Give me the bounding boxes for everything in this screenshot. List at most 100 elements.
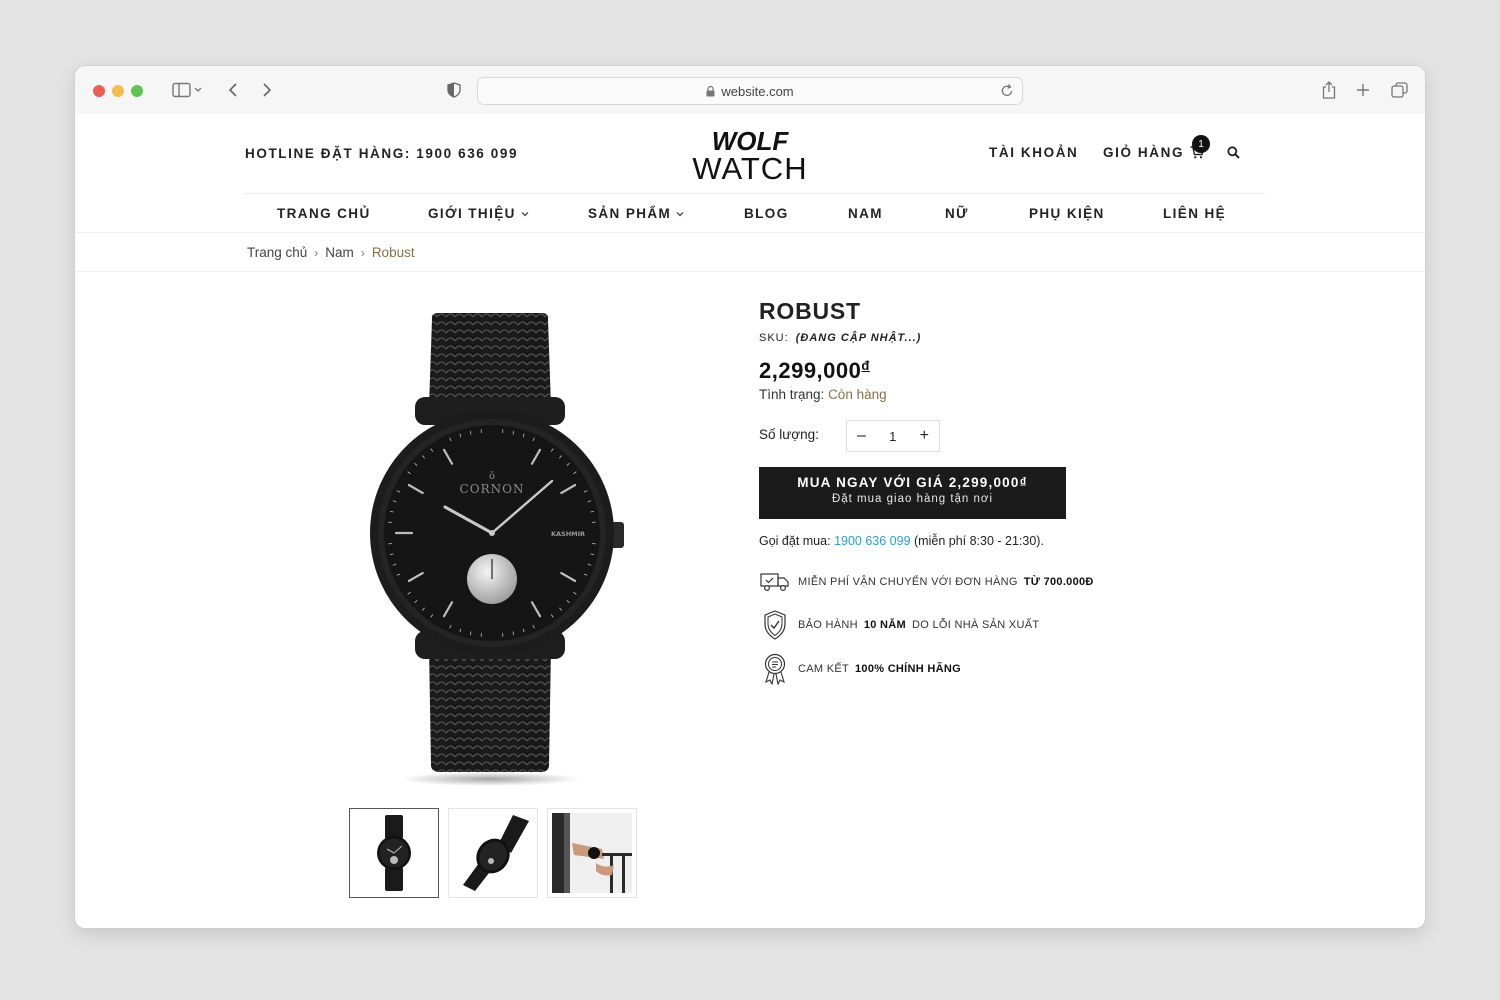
thumbnail-1[interactable] xyxy=(349,808,439,898)
logo-line2: WATCH xyxy=(692,151,808,186)
nav-item-about[interactable]: GIỚI THIỆU xyxy=(428,206,529,221)
nav-item-accessories[interactable]: PHỤ KIỆN xyxy=(1029,206,1105,221)
watch-image: CORNON ō KASHMIR xyxy=(370,313,624,786)
tab-overview-button[interactable] xyxy=(1387,78,1411,102)
nav-item-blog[interactable]: BLOG xyxy=(744,206,789,221)
thumbnail-3[interactable] xyxy=(547,808,637,898)
watch-brand-text: CORNON xyxy=(460,482,525,496)
maximize-window-button[interactable] xyxy=(131,85,143,97)
back-button[interactable] xyxy=(221,78,245,102)
chevron-right-icon: › xyxy=(360,245,365,260)
lock-icon xyxy=(706,85,715,96)
chevron-right-icon xyxy=(263,83,272,97)
search-icon xyxy=(1227,146,1240,159)
feature-highlight: 10 NĂM xyxy=(863,619,907,631)
buy-now-sublabel: Đặt mua giao hàng tận nơi xyxy=(831,493,994,505)
shield-icon xyxy=(447,82,461,98)
share-button[interactable] xyxy=(1317,78,1341,102)
feature-highlight: 100% CHÍNH HÃNG xyxy=(855,663,961,675)
feature-text: CAM KẾT xyxy=(798,663,849,675)
privacy-shield-button[interactable] xyxy=(443,78,465,102)
quantity-decrease-button[interactable]: – xyxy=(857,427,866,445)
address-bar[interactable]: website.com xyxy=(477,77,1023,105)
thumbnail-watch-front xyxy=(377,815,411,891)
minimize-window-button[interactable] xyxy=(112,85,124,97)
call-label: Gọi đặt mua: xyxy=(759,534,831,548)
chevron-down-icon xyxy=(521,211,529,216)
quantity-label: Số lượng: xyxy=(759,427,819,442)
stock-status: Tình trạng: Còn hàng xyxy=(759,387,887,402)
cart-label: GIỎ HÀNG xyxy=(1103,145,1185,160)
product-price: 2,299,000đ xyxy=(759,358,870,384)
nav-item-men[interactable]: NAM xyxy=(848,206,883,221)
certificate-badge-icon xyxy=(759,653,791,685)
hotline-label: HOTLINE ĐẶT HÀNG: xyxy=(245,146,411,161)
close-window-button[interactable] xyxy=(93,85,105,97)
hotline: HOTLINE ĐẶT HÀNG: 1900 636 099 xyxy=(245,146,518,161)
sidebar-toggle-button[interactable] xyxy=(167,78,207,102)
plus-icon xyxy=(1357,84,1369,96)
breadcrumb-divider xyxy=(75,271,1425,272)
new-tab-button[interactable] xyxy=(1351,78,1375,102)
nav-label: BLOG xyxy=(744,206,789,221)
call-note: (miễn phí 8:30 - 21:30). xyxy=(914,534,1044,548)
tabs-icon xyxy=(1390,82,1408,98)
nav-label: PHỤ KIỆN xyxy=(1029,206,1105,221)
chevron-right-icon: › xyxy=(314,245,319,260)
product-main-image[interactable]: CORNON ō KASHMIR xyxy=(365,311,635,791)
feature-text: BẢO HÀNH xyxy=(798,619,858,631)
price-currency: đ xyxy=(861,358,870,373)
feature-warranty: BẢO HÀNH 10 NĂM DO LỖI NHÀ SẢN XUẤT xyxy=(759,609,1039,641)
browser-toolbar: website.com xyxy=(75,66,1425,114)
search-button[interactable] xyxy=(1227,146,1240,164)
main-nav: TRANG CHỦ GIỚI THIỆU SẢN PHẨM BLOG NAM N… xyxy=(245,194,1265,232)
nav-item-products[interactable]: SẢN PHẨM xyxy=(588,206,684,221)
svg-text:ō: ō xyxy=(489,471,495,482)
account-link[interactable]: TÀI KHOẢN xyxy=(989,145,1078,160)
thumbnail-2[interactable] xyxy=(448,808,538,898)
breadcrumb: Trang chủ › Nam › Robust xyxy=(247,245,415,260)
nav-item-home[interactable]: TRANG CHỦ xyxy=(277,206,371,221)
share-icon xyxy=(1322,81,1336,99)
cart-link[interactable]: GIỎ HÀNG xyxy=(1103,145,1205,160)
hotline-number[interactable]: 1900 636 099 xyxy=(416,146,518,161)
quantity-value[interactable]: 1 xyxy=(889,429,896,444)
feature-text: MIỄN PHÍ VẬN CHUYỂN VỚI ĐƠN HÀNG xyxy=(798,576,1018,588)
site-logo[interactable]: WOLF WATCH xyxy=(688,128,812,188)
breadcrumb-current: Robust xyxy=(371,245,415,260)
warranty-shield-icon xyxy=(759,609,791,641)
forward-button[interactable] xyxy=(255,78,279,102)
reload-icon[interactable] xyxy=(1000,83,1014,98)
thumbnail-lifestyle xyxy=(552,813,632,893)
chevron-down-icon xyxy=(676,211,684,216)
breadcrumb-category[interactable]: Nam xyxy=(325,245,354,260)
nav-divider xyxy=(75,232,1425,233)
nav-label: LIÊN HỆ xyxy=(1163,206,1227,221)
buy-now-label: MUA NGAY VỚI GIÁ 2,299,000₫ xyxy=(797,475,1028,490)
call-to-order: Gọi đặt mua: 1900 636 099 (miễn phí 8:30… xyxy=(759,534,1044,548)
nav-label: NỮ xyxy=(945,206,969,221)
feature-authentic: CAM KẾT 100% CHÍNH HÃNG xyxy=(759,653,967,685)
sku-label: SKU: xyxy=(759,332,789,344)
thumbnail-watch-angle xyxy=(463,815,529,891)
feature-free-shipping: MIỄN PHÍ VẬN CHUYỂN VỚI ĐƠN HÀNG TỪ 700.… xyxy=(759,566,1100,598)
stock-value: Còn hàng xyxy=(828,387,887,402)
nav-label: GIỚI THIỆU xyxy=(428,206,516,221)
quantity-stepper: – 1 + xyxy=(846,420,940,452)
breadcrumb-home[interactable]: Trang chủ xyxy=(247,245,307,260)
watch-model-text: KASHMIR xyxy=(551,530,585,538)
nav-label: TRANG CHỦ xyxy=(277,206,371,221)
cart-count-badge: 1 xyxy=(1192,135,1210,153)
call-phone-link[interactable]: 1900 636 099 xyxy=(834,534,910,548)
stock-label: Tình trạng: xyxy=(759,387,825,402)
quantity-increase-button[interactable]: + xyxy=(920,427,929,445)
product-title: ROBUST xyxy=(759,298,861,324)
feature-text-after: DO LỖI NHÀ SẢN XUẤT xyxy=(912,619,1040,631)
nav-item-women[interactable]: NỮ xyxy=(945,206,969,221)
browser-window: website.com HOTLINE ĐẶT HÀNG: 1900 636 0… xyxy=(75,66,1425,928)
buy-now-button[interactable]: MUA NGAY VỚI GIÁ 2,299,000₫ Đặt mua giao… xyxy=(759,467,1066,519)
thumbnail-list xyxy=(349,808,637,898)
nav-label: SẢN PHẨM xyxy=(588,206,672,221)
nav-item-contact[interactable]: LIÊN HỆ xyxy=(1163,206,1226,221)
delivery-truck-icon xyxy=(759,566,791,598)
